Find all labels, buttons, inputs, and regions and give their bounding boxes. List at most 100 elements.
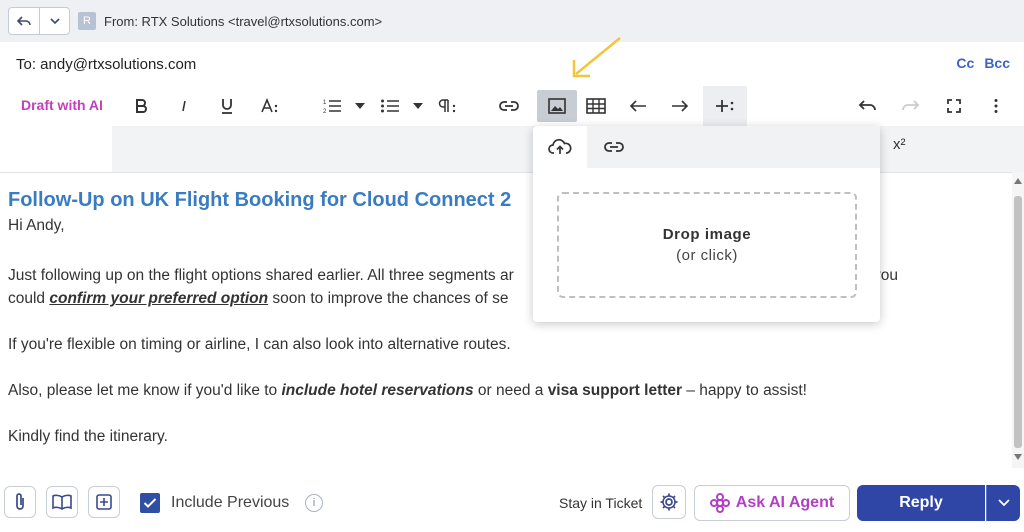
- visa-letter-bold: visa support letter: [547, 382, 683, 399]
- font-size-button[interactable]: [254, 90, 286, 122]
- arrow-left-icon: [629, 100, 646, 112]
- vertical-dots-icon: [994, 99, 998, 113]
- settings-button[interactable]: [652, 485, 686, 519]
- ordered-list-button[interactable]: 12: [316, 90, 348, 122]
- cc-bcc-links: Cc Bcc: [956, 55, 1010, 71]
- ordered-list-icon: 12: [323, 100, 341, 114]
- link-icon: [604, 142, 624, 152]
- bulleted-list-button[interactable]: [374, 90, 406, 122]
- italic-button[interactable]: [168, 90, 200, 122]
- scroll-down-arrow-icon[interactable]: [1014, 454, 1022, 460]
- bold-button[interactable]: [125, 90, 157, 122]
- fullscreen-button[interactable]: [938, 90, 970, 122]
- info-icon[interactable]: i: [305, 494, 323, 512]
- overflow-menu-button[interactable]: [980, 90, 1012, 122]
- arrow-left-button[interactable]: [622, 90, 654, 122]
- table-button[interactable]: [580, 90, 612, 122]
- p1-line1-text: Just following up on the flight options …: [8, 267, 514, 284]
- italic-icon: [182, 100, 186, 112]
- chevron-down-icon: [997, 499, 1010, 507]
- reply-button[interactable]: Reply: [857, 485, 985, 521]
- image-button[interactable]: [537, 90, 577, 122]
- confirm-option-emphasis: confirm your preferred option: [49, 290, 269, 307]
- open-book-icon: [52, 494, 72, 510]
- caret-down-icon: [355, 103, 365, 109]
- reply-dropdown-button[interactable]: [39, 8, 69, 34]
- paragraph-1-line-2: could confirm your preferred option soon…: [8, 290, 509, 308]
- link-icon: [499, 101, 519, 111]
- p1-line2-post: soon to improve the chances of se: [268, 290, 509, 307]
- arrow-right-button[interactable]: [664, 90, 696, 122]
- underline-button[interactable]: [211, 90, 243, 122]
- format-toolbar: Draft with AI 12: [0, 86, 1024, 126]
- to-row: To: andy@rtxsolutions.com Cc Bcc: [0, 42, 1024, 86]
- include-previous-label[interactable]: Include Previous: [171, 494, 289, 512]
- plus-more-icon: [716, 100, 734, 112]
- reply-nav-group: [8, 7, 70, 35]
- dropzone-subtitle: (or click): [676, 247, 738, 264]
- bulleted-list-dropdown[interactable]: [408, 90, 428, 122]
- link-button[interactable]: [493, 90, 525, 122]
- paragraph-3: Also, please let me know if you'd like t…: [8, 382, 807, 400]
- paragraph-1-line-1: Just following up on the flight options …: [8, 267, 514, 285]
- popup-tab-spacer: [641, 126, 880, 168]
- checkmark-icon: [143, 498, 157, 508]
- popup-tabs: [533, 126, 880, 168]
- editor-scrollbar[interactable]: [1012, 172, 1024, 468]
- svg-text:1: 1: [323, 100, 327, 106]
- flower-ai-icon: [709, 493, 730, 513]
- gear-icon: [660, 493, 678, 511]
- p3-pre: Also, please let me know if you'd like t…: [8, 382, 282, 399]
- email-subject-heading: Follow-Up on UK Flight Booking for Cloud…: [8, 189, 512, 211]
- sparkle-doc-icon: [96, 494, 112, 510]
- annotation-arrow-icon: [572, 37, 621, 78]
- insert-image-popup: Drop image (or click): [533, 126, 880, 322]
- reply-back-button[interactable]: [9, 8, 39, 34]
- greeting-line: Hi Andy,: [8, 217, 65, 234]
- from-bar: R From: RTX Solutions <travel@rtxsolutio…: [0, 0, 1024, 42]
- chevron-down-icon: [49, 18, 60, 25]
- p3-post: – happy to assist!: [682, 382, 807, 399]
- paragraph-button[interactable]: [432, 90, 464, 122]
- more-tools-button[interactable]: [709, 90, 741, 122]
- to-field[interactable]: To: andy@rtxsolutions.com: [16, 56, 196, 73]
- from-address: From: RTX Solutions <travel@rtxsolutions…: [104, 13, 383, 29]
- cc-link[interactable]: Cc: [956, 55, 974, 71]
- reply-options-button[interactable]: [986, 485, 1020, 521]
- arrow-right-icon: [672, 100, 689, 112]
- knowledge-base-button[interactable]: [46, 486, 78, 518]
- reply-arrow-icon: [16, 16, 31, 26]
- p1-line2-pre: could: [8, 290, 50, 307]
- sender-avatar: R: [78, 12, 96, 30]
- ask-ai-agent-button[interactable]: Ask AI Agent: [694, 485, 850, 521]
- paragraph-4: Kindly find the itinerary.: [8, 428, 168, 445]
- superscript-button[interactable]: x²: [893, 136, 906, 153]
- scroll-thumb[interactable]: [1014, 196, 1022, 448]
- upload-tab[interactable]: [533, 126, 587, 168]
- fullscreen-icon: [947, 99, 961, 113]
- template-button[interactable]: [88, 486, 120, 518]
- bold-icon: [136, 99, 147, 113]
- undo-button[interactable]: [852, 90, 884, 122]
- ordered-list-dropdown[interactable]: [350, 90, 370, 122]
- bcc-link[interactable]: Bcc: [984, 55, 1010, 71]
- scroll-up-arrow-icon[interactable]: [1014, 178, 1022, 184]
- reply-label: Reply: [899, 494, 943, 511]
- svg-text:2: 2: [323, 109, 327, 114]
- image-dropzone[interactable]: Drop image (or click): [557, 192, 857, 298]
- url-tab[interactable]: [587, 126, 641, 168]
- redo-icon: [902, 100, 920, 111]
- underline-icon: [222, 99, 232, 114]
- include-previous-checkbox[interactable]: [140, 493, 160, 513]
- draft-with-ai-button[interactable]: Draft with AI: [21, 97, 103, 113]
- redo-button[interactable]: [894, 90, 926, 122]
- attach-file-button[interactable]: [4, 486, 36, 518]
- undo-icon: [858, 100, 876, 111]
- paragraph-icon: [438, 99, 456, 113]
- table-icon: [586, 98, 606, 114]
- dropzone-title: Drop image: [662, 226, 752, 243]
- ask-ai-agent-label: Ask AI Agent: [735, 494, 835, 511]
- image-icon: [548, 98, 566, 114]
- compose-footer: Include Previous i Stay in Ticket Ask AI…: [0, 476, 1024, 532]
- font-size-icon: [261, 98, 278, 113]
